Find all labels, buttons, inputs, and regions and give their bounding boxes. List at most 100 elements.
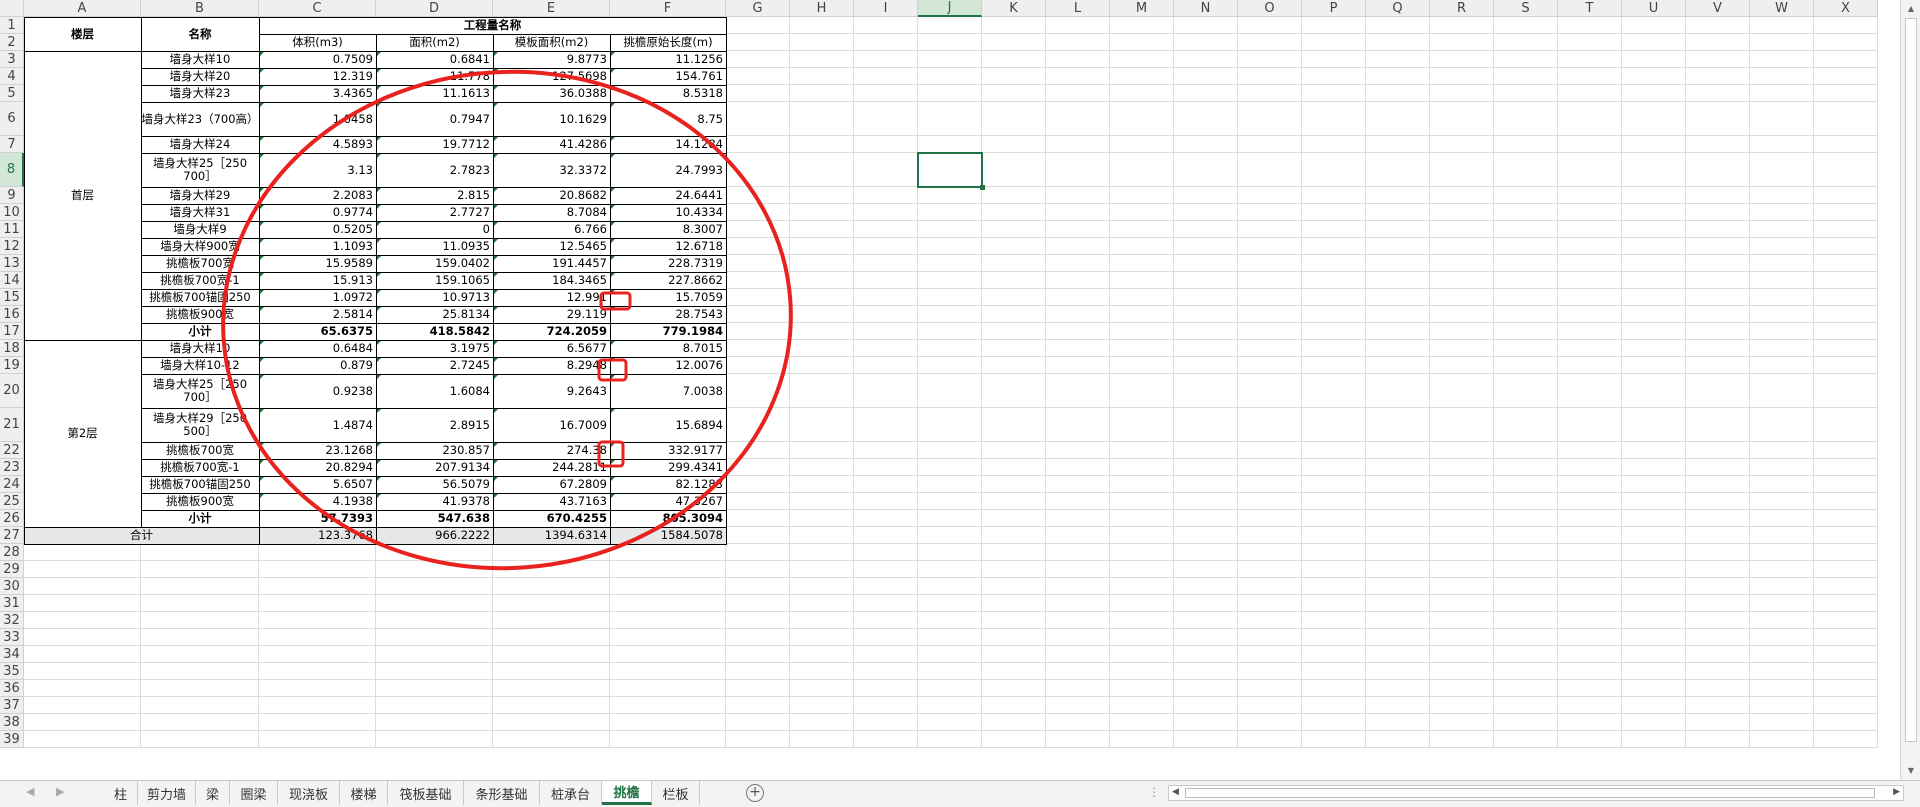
value-cell[interactable]: 56.5079 [376, 476, 493, 493]
column-header-a[interactable]: A [24, 0, 141, 17]
value-cell[interactable]: 28.7543 [610, 306, 726, 323]
column-header-g[interactable]: G [726, 0, 790, 17]
value-cell[interactable]: 805.3094 [610, 510, 726, 527]
row-header-22[interactable]: 22 [0, 442, 24, 459]
value-cell[interactable]: 47.3267 [610, 493, 726, 510]
value-cell[interactable]: 12.991 [493, 289, 610, 306]
item-name[interactable]: 墙身大样25［250 700］ [141, 374, 259, 408]
item-name[interactable]: 墙身大样20 [141, 68, 259, 85]
value-cell[interactable]: 67.2809 [493, 476, 610, 493]
value-cell[interactable]: 0.9774 [259, 204, 376, 221]
value-cell[interactable]: 65.6375 [259, 323, 376, 340]
column-header-b[interactable]: B [141, 0, 259, 17]
next-sheet-arrow-icon[interactable]: ▶ [56, 785, 64, 798]
value-cell[interactable]: 123.3768 [259, 527, 376, 544]
value-cell[interactable]: 14.1284 [610, 136, 726, 153]
value-cell[interactable]: 0.6841 [376, 51, 493, 68]
item-name[interactable]: 挑檐板700宽 [141, 255, 259, 272]
column-header-j[interactable]: J [918, 0, 982, 17]
row-header-2[interactable]: 2 [0, 34, 24, 51]
header-area[interactable]: 面积(m2) [376, 34, 493, 51]
column-header-u[interactable]: U [1622, 0, 1686, 17]
value-cell[interactable]: 3.13 [259, 153, 376, 187]
column-header-q[interactable]: Q [1366, 0, 1430, 17]
value-cell[interactable]: 15.9589 [259, 255, 376, 272]
value-cell[interactable]: 12.319 [259, 68, 376, 85]
column-header-d[interactable]: D [376, 0, 493, 17]
item-name[interactable]: 挑檐板700锚固250 [141, 476, 259, 493]
scroll-down-arrow-icon[interactable]: ▼ [1901, 762, 1920, 778]
value-cell[interactable]: 2.5814 [259, 306, 376, 323]
value-cell[interactable]: 1394.6314 [493, 527, 610, 544]
row-header-8[interactable]: 8 [0, 153, 24, 187]
value-cell[interactable]: 19.7712 [376, 136, 493, 153]
vertical-scroll-thumb[interactable] [1905, 18, 1917, 742]
column-header-o[interactable]: O [1238, 0, 1302, 17]
item-name[interactable]: 墙身大样23（700高） [141, 102, 259, 136]
header-volume[interactable]: 体积(m3) [259, 34, 376, 51]
total-label[interactable]: 合计 [24, 527, 259, 544]
row-header-7[interactable]: 7 [0, 136, 24, 153]
value-cell[interactable]: 32.3372 [493, 153, 610, 187]
floor-label[interactable]: 第2层 [24, 340, 141, 527]
value-cell[interactable]: 10.4334 [610, 204, 726, 221]
item-name[interactable]: 墙身大样9 [141, 221, 259, 238]
value-cell[interactable]: 43.7163 [493, 493, 610, 510]
value-cell[interactable]: 10.1629 [493, 102, 610, 136]
sheet-tab[interactable]: 条形基础 [464, 781, 540, 805]
row-header-25[interactable]: 25 [0, 493, 24, 510]
column-header-i[interactable]: I [854, 0, 918, 17]
row-header-28[interactable]: 28 [0, 544, 24, 561]
value-cell[interactable]: 966.2222 [376, 527, 493, 544]
row-header-23[interactable]: 23 [0, 459, 24, 476]
sheet-tab[interactable]: 挑檐 [602, 781, 652, 805]
row-header-10[interactable]: 10 [0, 204, 24, 221]
value-cell[interactable]: 36.0388 [493, 85, 610, 102]
value-cell[interactable]: 127.5698 [493, 68, 610, 85]
value-cell[interactable]: 159.1065 [376, 272, 493, 289]
value-cell[interactable]: 8.3007 [610, 221, 726, 238]
value-cell[interactable]: 10.9713 [376, 289, 493, 306]
value-cell[interactable]: 1.1093 [259, 238, 376, 255]
row-header-35[interactable]: 35 [0, 663, 24, 680]
value-cell[interactable]: 12.6718 [610, 238, 726, 255]
value-cell[interactable]: 184.3465 [493, 272, 610, 289]
row-header-6[interactable]: 6 [0, 102, 24, 136]
value-cell[interactable]: 2.7727 [376, 204, 493, 221]
row-header-21[interactable]: 21 [0, 408, 24, 442]
column-header-r[interactable]: R [1430, 0, 1494, 17]
value-cell[interactable]: 332.9177 [610, 442, 726, 459]
row-header-33[interactable]: 33 [0, 629, 24, 646]
row-header-37[interactable]: 37 [0, 697, 24, 714]
item-name[interactable]: 墙身大样29［250 500］ [141, 408, 259, 442]
more-options-icon[interactable]: ⋮ [1148, 785, 1160, 799]
value-cell[interactable]: 3.1975 [376, 340, 493, 357]
row-header-34[interactable]: 34 [0, 646, 24, 663]
value-cell[interactable]: 244.2811 [493, 459, 610, 476]
value-cell[interactable]: 191.4457 [493, 255, 610, 272]
row-header-20[interactable]: 20 [0, 374, 24, 408]
value-cell[interactable]: 1.4874 [259, 408, 376, 442]
scroll-left-arrow-icon[interactable]: ◀ [1172, 787, 1179, 797]
item-name[interactable]: 墙身大样31 [141, 204, 259, 221]
item-name[interactable]: 墙身大样10 [141, 340, 259, 357]
item-name[interactable]: 墙身大样10 [141, 51, 259, 68]
header-length[interactable]: 挑檐原始长度(m) [610, 34, 726, 51]
row-header-15[interactable]: 15 [0, 289, 24, 306]
value-cell[interactable]: 0.5205 [259, 221, 376, 238]
column-header-l[interactable]: L [1046, 0, 1110, 17]
row-header-19[interactable]: 19 [0, 357, 24, 374]
value-cell[interactable]: 12.5465 [493, 238, 610, 255]
value-cell[interactable]: 11.1613 [376, 85, 493, 102]
select-all-corner[interactable] [0, 0, 24, 17]
add-sheet-plus-icon[interactable]: + [746, 784, 764, 802]
value-cell[interactable]: 4.1938 [259, 493, 376, 510]
item-name[interactable]: 挑檐板900宽 [141, 306, 259, 323]
header-name[interactable]: 名称 [141, 17, 259, 51]
value-cell[interactable]: 2.7823 [376, 153, 493, 187]
sheet-tab[interactable]: 筏板基础 [388, 781, 464, 805]
value-cell[interactable]: 6.766 [493, 221, 610, 238]
value-cell[interactable]: 15.913 [259, 272, 376, 289]
value-cell[interactable]: 5.6507 [259, 476, 376, 493]
column-header-m[interactable]: M [1110, 0, 1174, 17]
